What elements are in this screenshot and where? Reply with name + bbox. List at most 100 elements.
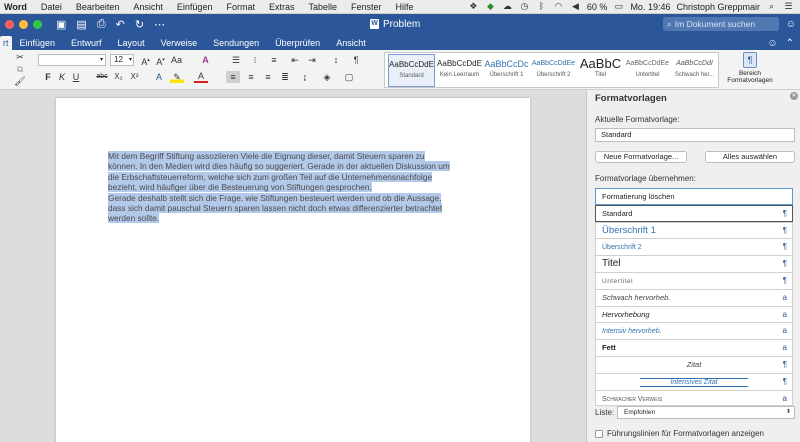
cut-icon[interactable]: ✂ [14,51,26,63]
style-item-ueberschrift-2[interactable]: Überschrift 2 ¶ [595,238,793,256]
style-guides-checkbox[interactable]: Führungslinien für Formatvorlagen anzeig… [595,429,764,438]
style-item-schwach-hervorheben[interactable]: Schwach hervorheb. a [595,288,793,306]
style-item-titel[interactable]: Titel ¶ [595,255,793,272]
style-tile-standard[interactable]: AaBbCcDdE Standard [388,54,435,87]
clear-formatting-icon[interactable]: A [198,54,213,66]
style-item-intensives-zitat[interactable]: Intensives Zitat ¶ [595,372,793,390]
more-icon[interactable]: ⋯ [154,18,165,31]
style-tile-titel[interactable]: AaBbC Titel [577,54,624,87]
style-item-standard[interactable]: Standard ¶ [595,204,793,222]
checkbox-icon[interactable] [595,429,603,438]
style-item-intensiv-hervorheben[interactable]: Intensiv hervorheb. a [595,322,793,340]
paragraph[interactable]: Gerade deshalb stellt sich die Frage, wi… [108,192,453,224]
account-icon[interactable]: ☺ [786,19,796,30]
battery-icon[interactable]: ▭ [613,2,624,11]
print-icon[interactable]: ⎙ [97,18,106,31]
tab-entwurf[interactable]: Entwurf [63,36,110,50]
tab-ansicht[interactable]: Ansicht [328,36,374,50]
style-tile-untertitel[interactable]: AaBbCcDdEe Untertitel [624,54,671,87]
minimize-window-button[interactable] [19,19,28,29]
redo-icon[interactable]: ↻ [135,18,144,31]
shrink-font-icon[interactable]: A▾ [154,54,167,68]
document-page[interactable]: Mit dem Begriff Stiftung assoziieren Vie… [56,98,530,442]
numbering-icon[interactable]: ⁝ [248,54,262,66]
collapse-ribbon-icon[interactable]: ⌃ [786,38,794,49]
notification-center-icon[interactable]: ☰ [783,2,794,11]
menu-extras[interactable]: Extras [262,2,302,12]
close-window-button[interactable] [5,19,14,29]
styles-pane-button[interactable]: ¶ Bereich Formatvorlagen [724,52,776,88]
menu-fenster[interactable]: Fenster [344,2,389,12]
justify-icon[interactable]: ≣ [278,71,292,83]
current-style-field[interactable]: Standard [595,128,795,142]
menu-bearbeiten[interactable]: Bearbeiten [69,2,127,12]
tab-verweise[interactable]: Verweise [153,36,206,50]
paragraph[interactable]: Mit dem Begriff Stiftung assoziieren Vie… [108,151,453,193]
subscript-icon[interactable]: X₂ [112,71,125,83]
underline-icon[interactable]: U [70,71,82,83]
tab-einfuegen[interactable]: Einfügen [12,36,64,50]
zoom-window-button[interactable] [33,19,42,29]
decrease-indent-icon[interactable]: ⇤ [288,54,302,66]
highlight-icon[interactable]: ✎ [170,71,184,83]
style-item-fett[interactable]: Fett a [595,339,793,356]
list-filter-select[interactable]: Empfohlen ⬍ [617,406,795,419]
selected-text[interactable]: Gerade deshalb stellt sich die Frage, wi… [108,192,443,224]
style-item-hervorhebung[interactable]: Hervorhebung a [595,305,793,323]
selected-text[interactable]: Mit dem Begriff Stiftung assoziieren Vie… [108,151,450,193]
style-tile-schwach-hervorheben[interactable]: AaBbCcDdI Schwach her... [671,54,718,87]
menu-einfuegen[interactable]: Einfügen [170,2,220,12]
new-style-button[interactable]: Neue Formatvorlage... [595,151,687,163]
menu-hilfe[interactable]: Hilfe [389,2,421,12]
select-all-button[interactable]: Alles auswählen [705,151,795,163]
clock[interactable]: Mo. 19:46 [630,2,670,12]
borders-icon[interactable]: ▢ [342,71,356,83]
style-tile-kein-leerraum[interactable]: AaBbCcDdE Kein Leerraum [436,54,483,87]
menu-tabelle[interactable]: Tabelle [301,2,344,12]
smiley-feedback-icon[interactable]: ☺ [767,38,777,49]
copy-icon[interactable]: ⧉ [14,63,26,75]
font-color-icon[interactable]: A [194,71,208,83]
strikethrough-icon[interactable]: abc [94,71,110,83]
tab-start[interactable]: rt [0,36,12,50]
tab-sendungen[interactable]: Sendungen [205,36,267,50]
style-tile-ueberschrift-1[interactable]: AaBbCcDc Überschrift 1 [483,54,530,87]
time-machine-icon[interactable]: ◷ [519,2,530,11]
undo-icon[interactable]: ↶ [116,18,125,31]
menu-ansicht[interactable]: Ansicht [126,2,170,12]
spotlight-icon[interactable]: ⌕ [766,2,777,11]
user-name[interactable]: Christoph Greppmair [676,2,760,12]
style-item-schwacher-verweis[interactable]: Schwacher Verweis a [595,389,793,407]
menu-datei[interactable]: Datei [34,2,69,12]
volume-icon[interactable]: ◀ [570,2,581,11]
multilevel-list-icon[interactable]: ≡ [267,54,281,66]
style-item-untertitel[interactable]: Untertitel ¶ [595,271,793,289]
italic-icon[interactable]: K [56,71,68,83]
cloud-icon[interactable]: ☁ [502,2,513,11]
text-effects-icon[interactable]: A [152,71,166,83]
tab-ueberpruefen[interactable]: Überprüfen [267,36,328,50]
align-left-icon[interactable]: ≡ [226,71,240,83]
menu-format[interactable]: Format [219,2,262,12]
shading-icon[interactable]: ◈ [320,71,334,83]
wifi-icon[interactable]: ◠ [553,2,564,11]
font-size-select[interactable]: 12 ▾ [110,54,134,66]
sidebar-toggle-icon[interactable]: ▣ [56,18,66,31]
style-item-ueberschrift-1[interactable]: Überschrift 1 ¶ [595,221,793,239]
close-icon[interactable]: ✕ [790,92,798,100]
tab-layout[interactable]: Layout [110,36,153,50]
sort-icon[interactable]: ↕ [330,54,342,66]
show-formatting-marks-icon[interactable]: ¶ [350,54,362,66]
style-item-zitat[interactable]: Zitat ¶ [595,355,793,373]
bullets-icon[interactable]: ☰ [229,54,243,66]
bold-icon[interactable]: F [42,71,54,83]
format-painter-icon[interactable]: 🖌 [14,75,26,87]
grow-font-icon[interactable]: A▴ [139,54,152,68]
line-spacing-icon[interactable]: ↨ [298,71,312,83]
change-case-icon[interactable]: Aa [170,54,183,66]
dropbox-icon[interactable]: ❖ [468,2,479,11]
document-search-input[interactable]: ⌕ Im Dokument suchen [663,17,779,31]
bluetooth-icon[interactable]: ᛒ [536,2,547,11]
align-right-icon[interactable]: ≡ [261,71,275,83]
align-center-icon[interactable]: ≡ [244,71,258,83]
